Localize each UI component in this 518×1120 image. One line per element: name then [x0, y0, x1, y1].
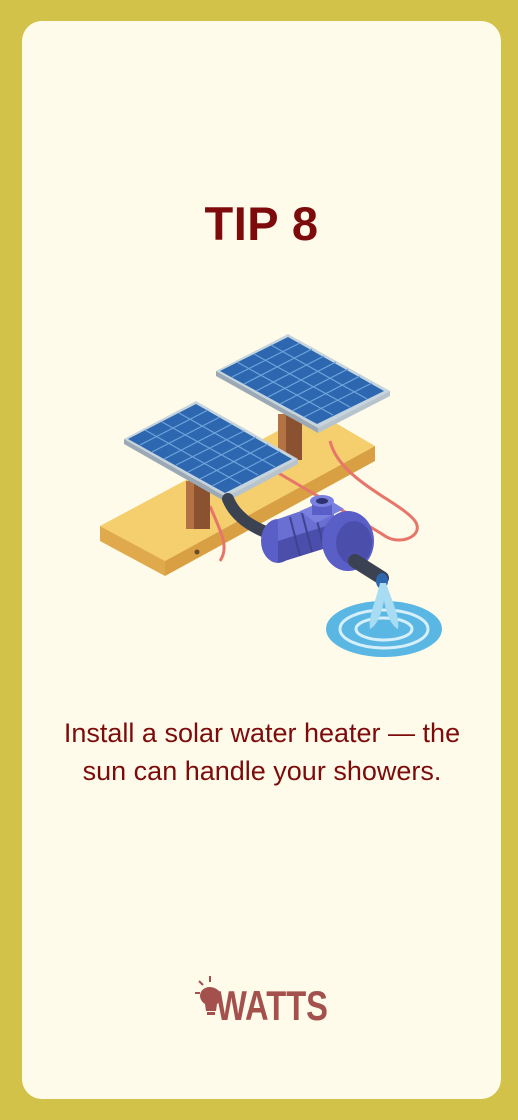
tip-card: TIP 8 Install a solar water heater — the…: [22, 21, 501, 1099]
tip-text: Install a solar water heater — the sun c…: [63, 718, 461, 786]
watts-logo: WATTS: [195, 976, 328, 1027]
solar-panels-pump-icon: [100, 334, 442, 657]
tip-title: TIP 8: [204, 197, 319, 250]
brand-name: WATTS: [216, 982, 328, 1027]
